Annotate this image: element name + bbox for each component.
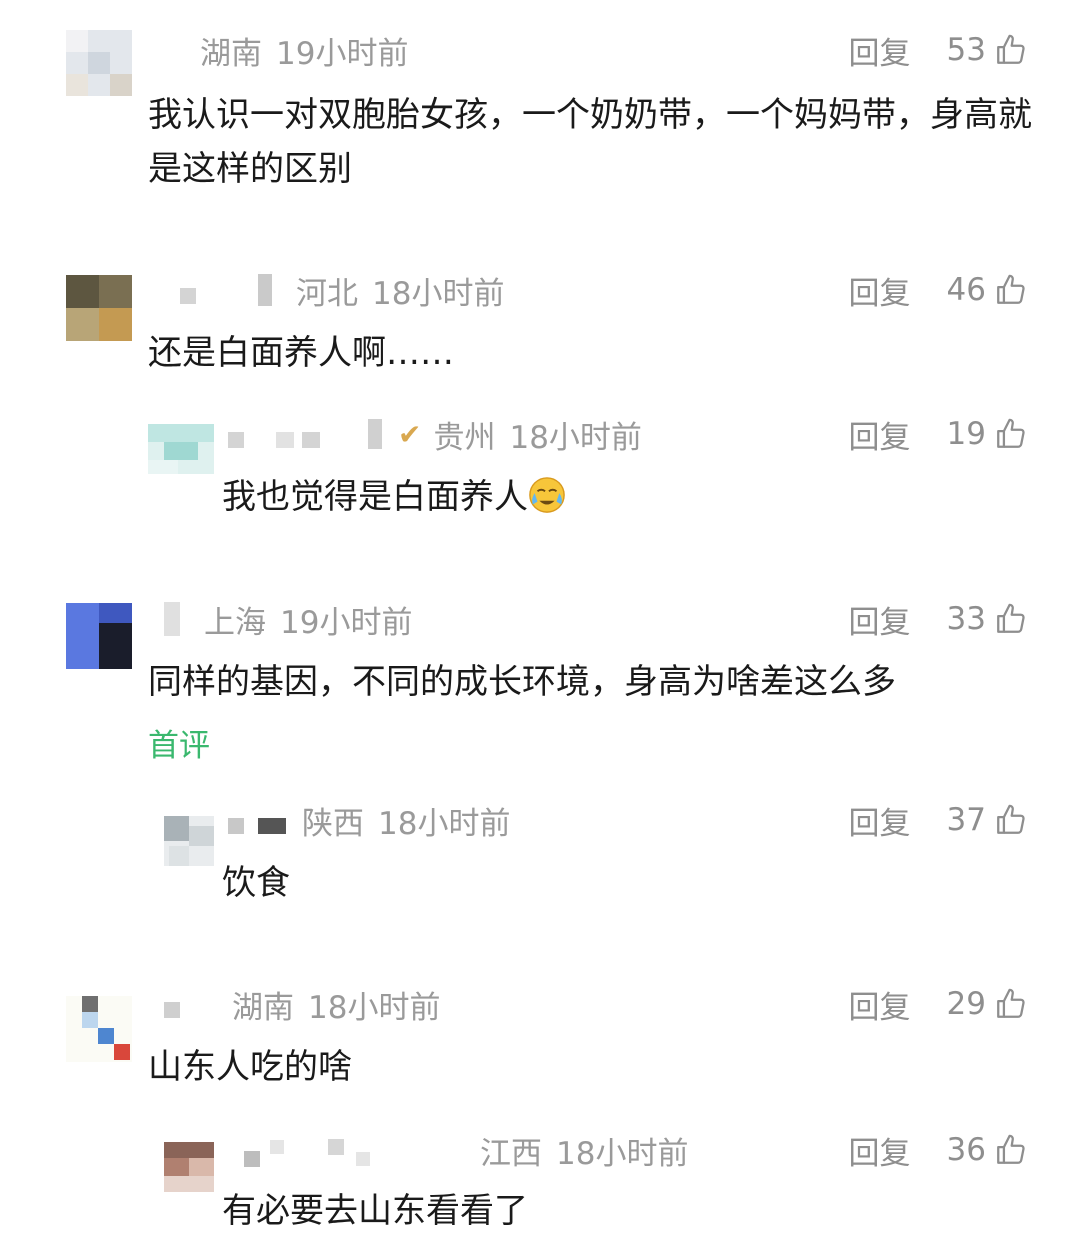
- comment-actions: 回复 33: [849, 597, 1028, 641]
- comment-meta: 湖南 18小时前: [164, 982, 440, 1026]
- reply-text: 饮食: [222, 863, 290, 903]
- like-count: 33: [946, 601, 986, 637]
- avatar[interactable]: [148, 424, 214, 474]
- thumbs-up-icon[interactable]: [994, 417, 1028, 451]
- username-blur: [258, 274, 272, 306]
- thumbs-up-icon[interactable]: [994, 33, 1028, 67]
- like-count: 46: [946, 272, 986, 308]
- username-blur: [228, 818, 244, 834]
- username-blur: [164, 602, 180, 636]
- timestamp: 19小时前: [276, 35, 409, 72]
- reply-actions: 回复 19: [849, 412, 1028, 456]
- region-label: 湖南: [200, 35, 262, 72]
- comment-text: 还是白面养人啊……: [148, 333, 454, 373]
- region-label: 贵州: [433, 419, 496, 456]
- level-badge-icon: ✔: [398, 417, 422, 451]
- like-count: 29: [946, 986, 986, 1022]
- timestamp: 18小时前: [509, 419, 642, 456]
- timestamp: 18小时前: [378, 805, 511, 842]
- reply-meta: 陕西 18小时前: [228, 798, 510, 842]
- thumbs-up-icon[interactable]: [994, 602, 1028, 636]
- username-blur: [228, 432, 244, 448]
- username-blur: [276, 432, 294, 448]
- reply-button[interactable]: 回复: [849, 412, 911, 457]
- comment-text: 同样的基因，不同的成长环境，身高为啥差这么多: [148, 662, 896, 702]
- comment-text: 山东人吃的啥: [148, 1047, 352, 1087]
- region-label: 湖南: [232, 989, 294, 1026]
- reply-text-content: 我也觉得是白面养人: [222, 477, 528, 517]
- username-blur: [164, 1002, 180, 1018]
- timestamp: 19小时前: [280, 604, 413, 641]
- username-blur: [244, 1151, 260, 1167]
- region-label: 河北: [296, 275, 358, 312]
- crying-face-emoji-icon: [529, 477, 565, 513]
- reply-text: 我也觉得是白面养人: [222, 470, 1022, 524]
- timestamp: 18小时前: [372, 275, 505, 312]
- reply-button[interactable]: 回复: [849, 268, 911, 313]
- reply-button[interactable]: 回复: [849, 982, 911, 1027]
- region-label: 江西: [480, 1135, 542, 1172]
- reply-actions: 回复 36: [849, 1128, 1028, 1172]
- thumbs-up-icon[interactable]: [994, 273, 1028, 307]
- reply-button[interactable]: 回复: [849, 798, 911, 843]
- like-count: 37: [946, 802, 986, 838]
- avatar[interactable]: [66, 30, 132, 96]
- avatar[interactable]: [66, 996, 132, 1062]
- reply-button[interactable]: 回复: [849, 1128, 911, 1173]
- username-blur: [356, 1152, 370, 1166]
- username-blur: [270, 1140, 284, 1154]
- avatar[interactable]: [66, 275, 132, 341]
- reply-button[interactable]: 回复: [849, 597, 911, 642]
- comment-actions: 回复 53: [849, 28, 1028, 72]
- region-label: 上海: [204, 604, 266, 641]
- timestamp: 18小时前: [556, 1135, 689, 1172]
- username-blur: [180, 288, 196, 304]
- comment-actions: 回复 29: [849, 982, 1028, 1026]
- username-blur: [368, 419, 382, 449]
- like-count: 53: [946, 32, 986, 68]
- reply-meta: ✔ 贵州 18小时前: [228, 412, 642, 456]
- comment-meta: 河北 18小时前: [180, 268, 504, 312]
- avatar[interactable]: [66, 603, 132, 669]
- username-blur: [328, 1139, 344, 1155]
- thumbs-up-icon[interactable]: [994, 803, 1028, 837]
- reply-meta: 江西 18小时前: [244, 1128, 688, 1172]
- reply-button[interactable]: 回复: [849, 28, 911, 73]
- comment-meta: 上海 19小时前: [164, 597, 412, 641]
- region-label: 陕西: [302, 805, 364, 842]
- reply-text: 有必要去山东看看了: [222, 1191, 528, 1231]
- reply-actions: 回复 37: [849, 798, 1028, 842]
- like-count: 19: [946, 416, 986, 452]
- username-blur: [258, 818, 286, 834]
- comment-meta: 湖南 19小时前: [200, 28, 408, 72]
- thumbs-up-icon[interactable]: [994, 987, 1028, 1021]
- thumbs-up-icon[interactable]: [994, 1133, 1028, 1167]
- username-blur: [302, 432, 320, 448]
- first-comment-badge: 首评: [148, 728, 210, 764]
- avatar[interactable]: [164, 1142, 214, 1192]
- like-count: 36: [946, 1132, 986, 1168]
- timestamp: 18小时前: [308, 989, 441, 1026]
- comment-actions: 回复 46: [849, 268, 1028, 312]
- comment-text: 我认识一对双胞胎女孩，一个奶奶带，一个妈妈带，身高就是这样的区别: [148, 95, 1032, 189]
- avatar[interactable]: [164, 816, 214, 866]
